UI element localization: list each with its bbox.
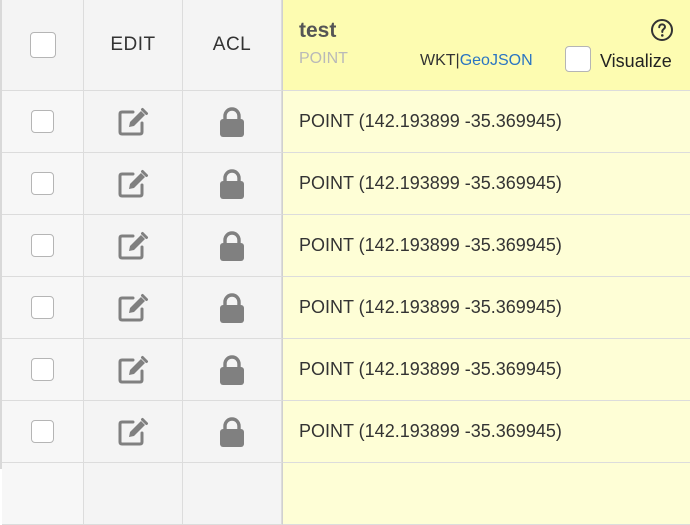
row-edit-cell [84,277,183,339]
row-checkbox[interactable] [31,296,54,319]
column-name: test [299,19,337,42]
edit-icon[interactable] [117,417,149,447]
row-select-cell [2,277,84,339]
geojson-format-link[interactable]: GeoJSON [460,52,533,69]
row-acl-cell [183,91,282,153]
geometry-column-header[interactable]: test POINT WKT|GeoJSON Visualize [282,0,690,91]
table-row: POINT (142.193899 -35.369945) [2,91,690,153]
row-edit-cell [84,401,183,463]
geometry-value: POINT (142.193899 -35.369945) [299,359,562,379]
wkt-format-link[interactable]: WKT [420,52,456,69]
lock-icon[interactable] [218,168,246,200]
row-select-cell [2,401,84,463]
visualize-label[interactable]: Visualize [600,51,672,72]
row-edit-cell [84,153,183,215]
table-row: POINT (142.193899 -35.369945) [2,339,690,401]
visualize-checkbox[interactable] [565,46,591,72]
table-row: POINT (142.193899 -35.369945) [2,401,690,463]
geometry-value: POINT (142.193899 -35.369945) [299,297,562,317]
geometry-value: POINT (142.193899 -35.369945) [299,173,562,193]
geometry-value: POINT (142.193899 -35.369945) [299,235,562,255]
row-checkbox[interactable] [31,358,54,381]
row-acl-cell [183,215,282,277]
edit-icon[interactable] [117,107,149,137]
row-edit-cell [84,215,183,277]
geometry-cell[interactable]: POINT (142.193899 -35.369945) [282,339,690,401]
select-all-checkbox[interactable] [29,32,56,58]
row-acl-cell [183,463,282,525]
row-select-cell [2,463,84,525]
row-acl-cell [183,401,282,463]
table-row: POINT (142.193899 -35.369945) [2,277,690,339]
column-type: POINT [299,50,348,67]
row-edit-cell [84,463,183,525]
select-all-cell [2,0,84,91]
format-switch: WKT|GeoJSON [420,52,533,70]
row-checkbox[interactable] [31,110,54,133]
row-edit-cell [84,91,183,153]
edit-icon[interactable] [117,293,149,323]
geometry-cell[interactable]: POINT (142.193899 -35.369945) [282,91,690,153]
geometry-cell[interactable]: POINT (142.193899 -35.369945) [282,277,690,339]
lock-icon[interactable] [218,354,246,386]
edit-icon[interactable] [117,169,149,199]
help-icon[interactable] [650,18,674,42]
lock-icon[interactable] [218,416,246,448]
row-select-cell [2,339,84,401]
row-acl-cell [183,277,282,339]
geometry-value: POINT (142.193899 -35.369945) [299,111,562,131]
row-acl-cell [183,339,282,401]
geometry-cell[interactable]: POINT (142.193899 -35.369945) [282,215,690,277]
row-checkbox[interactable] [31,234,54,257]
geometry-value: POINT (142.193899 -35.369945) [299,421,562,441]
table-row: POINT (142.193899 -35.369945) [2,215,690,277]
lock-icon[interactable] [218,230,246,262]
acl-column-header: ACL [183,0,282,91]
geometry-cell[interactable]: POINT (142.193899 -35.369945) [282,153,690,215]
edit-column-header: EDIT [84,0,183,91]
edit-icon[interactable] [117,231,149,261]
table-row: POINT (142.193899 -35.369945) [2,153,690,215]
row-select-cell [2,153,84,215]
edit-icon[interactable] [117,355,149,385]
lock-icon[interactable] [218,106,246,138]
lock-icon[interactable] [218,292,246,324]
row-checkbox[interactable] [31,420,54,443]
row-checkbox[interactable] [31,172,54,195]
edit-column-label: EDIT [110,34,156,55]
row-acl-cell [183,153,282,215]
row-select-cell [2,91,84,153]
row-edit-cell [84,339,183,401]
acl-column-label: ACL [212,34,252,55]
data-grid: EDIT ACL test POINT WKT|GeoJSON Visualiz… [0,0,690,525]
geometry-cell[interactable] [282,463,690,525]
geometry-cell[interactable]: POINT (142.193899 -35.369945) [282,401,690,463]
row-select-cell [2,215,84,277]
table-row [2,463,690,525]
header-row: EDIT ACL test POINT WKT|GeoJSON Visualiz… [2,0,690,91]
